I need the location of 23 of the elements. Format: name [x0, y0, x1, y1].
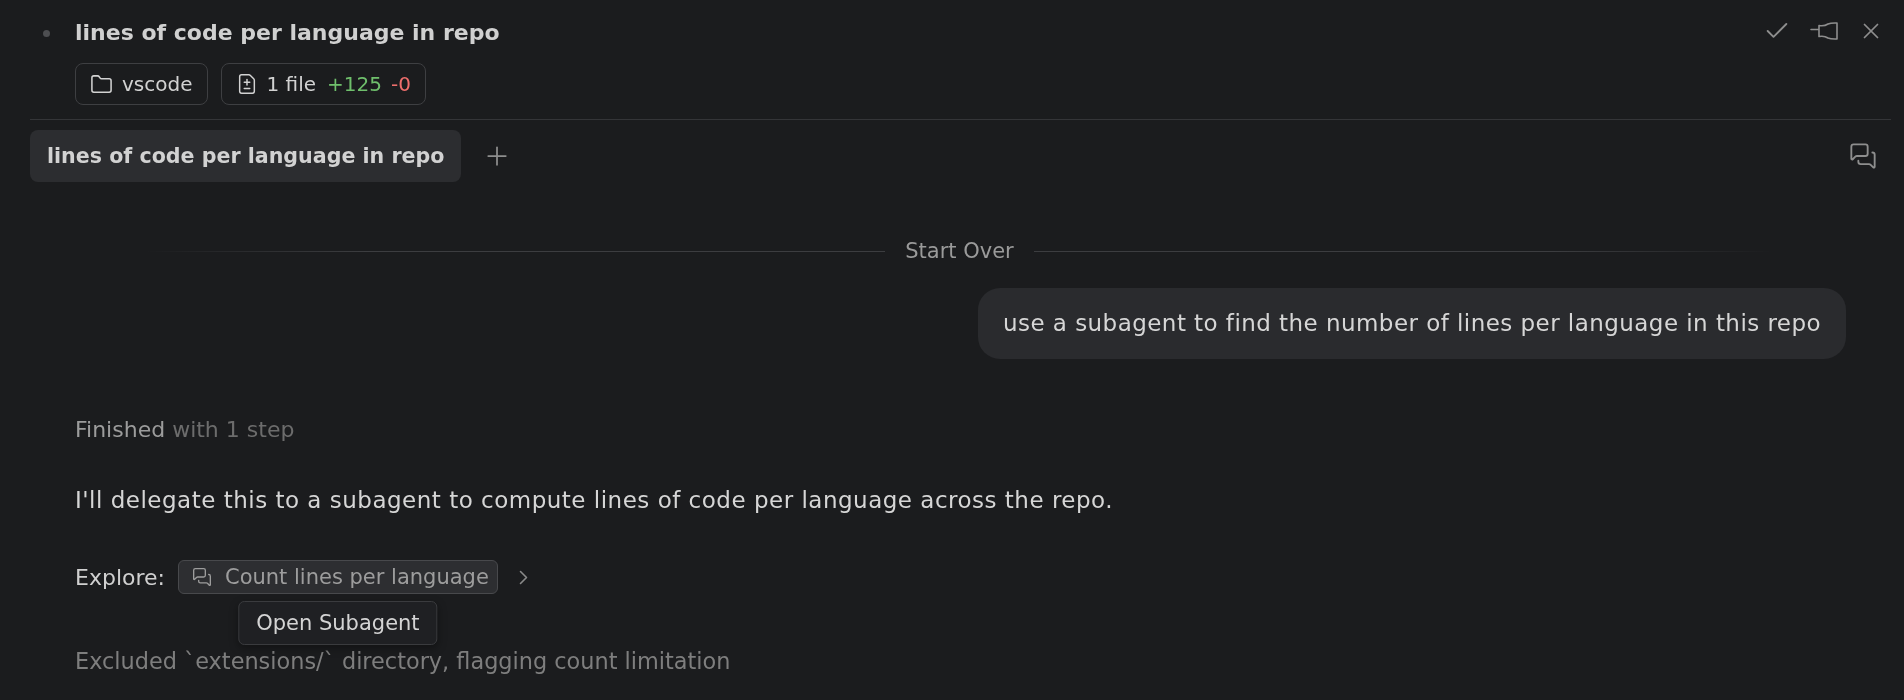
chat-button[interactable]	[1847, 140, 1879, 172]
pin-icon	[1809, 21, 1839, 41]
workspace-chip[interactable]: vscode	[75, 63, 208, 105]
assistant-reply: I'll delegate this to a subagent to compute lines of code per language across the repo.	[75, 487, 1115, 513]
bullet-dot-icon	[43, 30, 50, 37]
user-message-bubble: use a subagent to find the number of lines per language in this repo	[978, 288, 1846, 359]
thread-title: lines of code per language in repo	[75, 19, 500, 47]
removed-lines-count: -0	[391, 72, 411, 96]
chat-bubbles-icon	[191, 567, 212, 587]
tooltip: Open Subagent	[238, 601, 438, 645]
explore-label: Explore:	[75, 564, 165, 590]
chat-bubbles-icon	[1849, 142, 1877, 170]
added-lines-count: +125	[327, 72, 382, 96]
status-detail: with 1 step	[172, 417, 295, 443]
status-label: Finished	[75, 417, 166, 443]
chevron-right-icon	[518, 569, 528, 585]
subagent-task-chip[interactable]: Count lines per language	[177, 560, 498, 594]
changes-chip[interactable]: 1 file +125 -0	[220, 63, 426, 105]
thread-tab[interactable]: lines of code per language in repo	[30, 130, 462, 182]
expand-button[interactable]	[518, 569, 528, 585]
progress-note: Excluded `extensions/` directory, flagging count limitation	[75, 648, 732, 674]
folder-icon	[90, 72, 113, 96]
start-over-button[interactable]: Start Over	[905, 239, 1014, 263]
